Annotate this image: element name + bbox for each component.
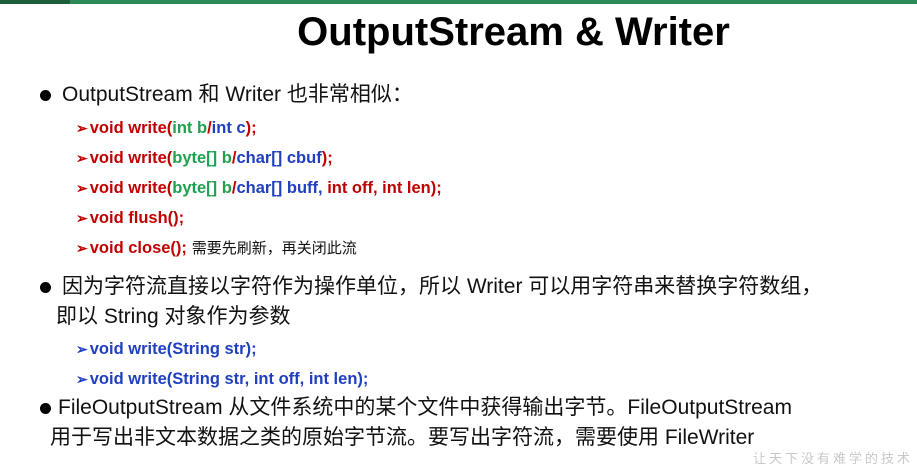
- bullet-dot-3: [40, 403, 51, 414]
- arrow-icon: ➢: [76, 120, 88, 136]
- arrow-icon: ➢: [76, 371, 88, 387]
- arrow-icon: ➢: [76, 240, 88, 256]
- arrow-icon: ➢: [76, 341, 88, 357]
- method-close: ➢ void close(); 需要先刷新，再关闭此流: [76, 239, 357, 257]
- method-write-array-offset: ➢ void write(byte[] b/char[] buff, int of…: [76, 179, 442, 197]
- bullet-dot-2: [40, 282, 51, 293]
- bullet-2-line-1: 因为字符流直接以字符作为操作单位，所以 Writer 可以用字符串来替换字符数组…: [62, 275, 823, 298]
- bullet-2-line-2: 即以 String 对象作为参数: [56, 305, 291, 328]
- arrow-icon: ➢: [76, 180, 88, 196]
- top-accent-bar: [0, 0, 917, 4]
- arrow-icon: ➢: [76, 210, 88, 226]
- method-write-int: ➢ void write(int b/int c);: [76, 119, 257, 137]
- bullet-1-text: OutputStream 和 Writer 也非常相似：: [62, 83, 413, 106]
- method-write-string: ➢ void write(String str);: [76, 340, 257, 358]
- bullet-3-line-2: 用于写出非文本数据之类的原始字节流。要写出字符流，需要使用 FileWriter: [50, 426, 755, 449]
- bullet-3-line-1: FileOutputStream 从文件系统中的某个文件中获得输出字节。File…: [58, 396, 792, 419]
- watermark: 让天下没有难学的技术: [752, 452, 913, 467]
- method-flush: ➢ void flush();: [76, 209, 185, 227]
- method-write-string-offset: ➢ void write(String str, int off, int len…: [76, 370, 369, 388]
- arrow-icon: ➢: [76, 150, 88, 166]
- top-accent-bar-dark: [0, 0, 70, 4]
- slide-title: OutputStream & Writer: [297, 10, 730, 54]
- bullet-dot-1: [40, 90, 51, 101]
- method-write-array: ➢ void write(byte[] b/char[] cbuf);: [76, 149, 333, 167]
- close-note: 需要先刷新，再关闭此流: [186, 239, 357, 257]
